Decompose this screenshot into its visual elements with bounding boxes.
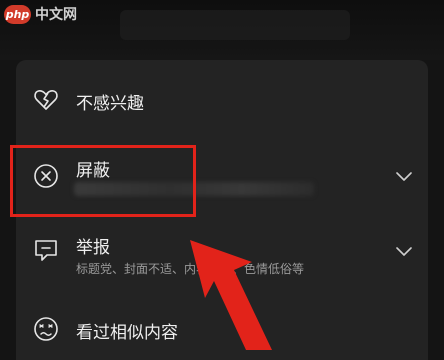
menu-item-not-interested[interactable]: 不感兴趣	[16, 80, 428, 120]
dizzy-face-icon	[34, 317, 58, 341]
watermark-site-name: 中文网	[35, 7, 77, 23]
menu-item-report[interactable]: 举报 标题党、封面不适、内容过时、色情低俗等	[16, 230, 428, 286]
report-message-icon	[35, 240, 57, 261]
menu-item-label: 看过相似内容	[76, 323, 178, 343]
watermark: php 中文网	[4, 4, 77, 24]
annotation-highlight-box	[10, 145, 196, 217]
menu-item-seen-similar[interactable]: 看过相似内容	[16, 312, 428, 352]
chevron-down-icon[interactable]	[396, 172, 412, 182]
menu-item-label: 不感兴趣	[76, 94, 144, 114]
menu-item-subtitle: 标题党、封面不适、内容过时、色情低俗等	[76, 262, 305, 276]
menu-item-label: 举报	[76, 238, 110, 258]
chevron-down-icon[interactable]	[396, 247, 412, 257]
watermark-logo: php	[4, 4, 31, 24]
broken-heart-icon	[34, 90, 58, 110]
background-blurred-bar	[120, 10, 350, 40]
